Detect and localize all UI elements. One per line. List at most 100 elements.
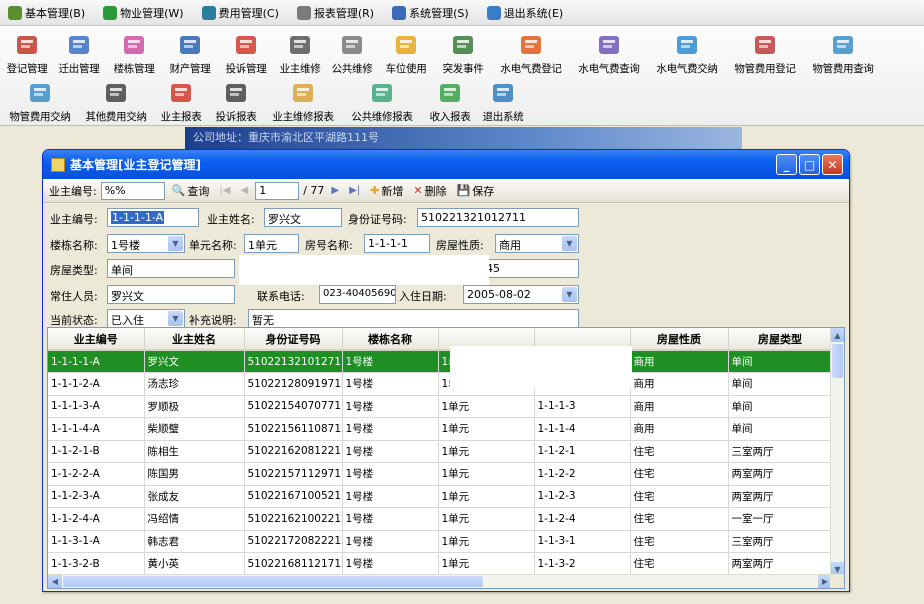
toolbar-moveout-button[interactable]: 迁出管理 (52, 30, 106, 76)
table-row[interactable]: 1-1-2-4-A 冯绍情 510221621002212 1号楼 1单元 1-1-2-4… (48, 507, 833, 531)
toolbar-mgmt-fee-pay-button[interactable]: 物管费用交纳 (2, 78, 78, 124)
table-cell[interactable]: 1单元 (438, 440, 535, 463)
room-input[interactable]: 1-1-1-1 (364, 234, 430, 253)
toolbar-owner-report-button[interactable]: 业主报表 (154, 78, 208, 124)
table-cell[interactable]: 1-1-2-3-A (48, 485, 145, 508)
table-cell[interactable]: 1-1-1-3 (534, 395, 631, 418)
table-row[interactable]: 1-1-1-2-A汤志珍5102212809197121号楼1单元1-1-1-2… (48, 372, 833, 396)
table-cell[interactable]: 罗顺极 (144, 395, 245, 418)
table-row[interactable]: 1-1-2-2-A 陈国男 510221571129711 1号楼 1单元 1-1-2-2… (48, 462, 833, 486)
table-cell[interactable]: 韩志君 (144, 530, 245, 553)
table-cell[interactable]: 两室两厅 (728, 485, 833, 508)
close-button[interactable]: ✕ (822, 154, 843, 175)
table-cell[interactable]: 商用 (630, 417, 729, 441)
table-cell[interactable]: 住宅 (630, 552, 729, 576)
maximize-button[interactable]: □ (799, 154, 820, 175)
save-button[interactable]: 💾 保存 (454, 183, 498, 199)
table-row[interactable]: 1-1-3-2-B 黄小英 510221681121712 1号楼 1单元 1-1-3-2… (48, 552, 833, 576)
owner-id-input[interactable]: 1-1-1-1-A (107, 208, 199, 227)
table-row[interactable]: 1-1-1-1-A罗兴文5102213210127111号楼1单商用单间 (48, 350, 833, 373)
table-cell[interactable]: 1号楼 (342, 485, 439, 508)
id-card-input[interactable]: 510221321012711 (417, 208, 579, 227)
toolbar-public-repair-button[interactable]: 公共维修 (326, 30, 378, 76)
table-cell[interactable]: 单间 (728, 372, 833, 396)
column-header[interactable]: 楼栋名称 (342, 328, 439, 351)
room-nature-select[interactable]: 商用 ▼ (495, 234, 579, 253)
table-cell[interactable]: 张成友 (144, 485, 245, 508)
column-header[interactable]: 房屋类型 (728, 328, 833, 351)
table-cell[interactable]: 1号楼 (342, 395, 439, 418)
toolbar-building-button[interactable]: 楼栋管理 (106, 30, 162, 76)
table-cell[interactable]: 1-1-2-3 (534, 485, 631, 508)
toolbar-mgmt-fee-query-button[interactable]: 物管费用查询 (804, 30, 882, 76)
owner-data-grid[interactable]: 业主编号 业主姓名 身份证号码 楼栋名称 房屋性质 房屋类型 1-1-1-1-A 罗兴文 51… (47, 327, 845, 589)
table-cell[interactable]: 510221571129711 (244, 462, 343, 486)
table-cell[interactable]: 1-1-3-1-A (48, 530, 145, 553)
toolbar-utility-pay-button[interactable]: 水电气费交纳 (648, 30, 726, 76)
scroll-left-arrow-icon[interactable]: ◀ (48, 575, 62, 588)
add-button[interactable]: ✚ 新增 (367, 183, 406, 199)
query-button[interactable]: 🔍 查询 (169, 183, 213, 199)
table-cell[interactable]: 510221561108712 (244, 417, 343, 441)
table-cell[interactable]: 1-1-2-1 (534, 440, 631, 463)
menu-property[interactable]: 物业管理(W) (101, 3, 185, 23)
table-cell[interactable]: 1单元 (438, 507, 535, 531)
checkin-date-picker[interactable]: 2005-08-02 ▼ (463, 285, 579, 304)
table-cell[interactable]: 1单元 (438, 462, 535, 486)
column-header[interactable]: 房屋性质 (630, 328, 729, 351)
table-cell[interactable]: 1-1-2-4 (534, 507, 631, 531)
table-row[interactable]: 1-1-2-3-A 张成友 510221671005211 1号楼 1单元 1-1-2-3… (48, 485, 833, 508)
table-row[interactable]: 1-1-1-3-A 罗顺极 510221540707711 1号楼 1单元 1-1-1-3… (48, 395, 833, 418)
table-cell[interactable]: 单间 (728, 395, 833, 418)
table-cell[interactable]: 510221681121712 (244, 552, 343, 576)
table-cell[interactable]: 1单元 (438, 417, 535, 441)
table-cell[interactable]: 510221720822212 (244, 530, 343, 553)
menu-exit[interactable]: 退出系统(E) (485, 3, 566, 23)
table-cell[interactable]: 1单元 (438, 530, 535, 553)
toolbar-public-repair-report-button[interactable]: 公共维修报表 (342, 78, 422, 124)
table-cell[interactable]: 三室两厅 (728, 530, 833, 553)
table-cell[interactable]: 陈国男 (144, 462, 245, 486)
room-area-input[interactable]: 45 (482, 259, 579, 278)
move-previous-button[interactable]: ◀ (237, 185, 251, 196)
table-cell[interactable]: 510221671005211 (244, 485, 343, 508)
table-cell[interactable]: 1号楼 (342, 350, 439, 373)
table-cell[interactable]: 1-1-1-4-A (48, 417, 145, 441)
table-cell[interactable]: 商用 (630, 372, 729, 396)
table-cell[interactable]: 冯绍情 (144, 507, 245, 531)
toolbar-owner-repair-report-button[interactable]: 业主维修报表 (264, 78, 342, 124)
table-cell[interactable]: 单间 (728, 350, 833, 373)
table-cell[interactable]: 1号楼 (342, 417, 439, 441)
table-cell[interactable]: 1-1-2-1-B (48, 440, 145, 463)
table-cell[interactable]: 汤志珍 (144, 372, 245, 396)
table-cell[interactable]: 510221621002212 (244, 507, 343, 531)
horizontal-scroll-thumb[interactable] (63, 576, 483, 587)
table-cell[interactable]: 住宅 (630, 485, 729, 508)
toolbar-register-button[interactable]: 登记管理 (2, 30, 52, 76)
search-input[interactable] (100, 181, 165, 200)
table-cell[interactable]: 1号楼 (342, 462, 439, 486)
table-row[interactable]: 1-1-2-1-B 陈相生 510221620812211 1号楼 1单元 1-1-2-1… (48, 440, 833, 463)
position-input[interactable] (255, 181, 300, 200)
move-last-button[interactable]: ▶| (346, 185, 363, 196)
toolbar-mgmt-fee-register-button[interactable]: 物管费用登记 (726, 30, 804, 76)
table-cell[interactable]: 1单元 (438, 485, 535, 508)
table-row[interactable]: 1-1-3-1-A 韩志君 510221720822212 1号楼 1单元 1-1-3-1… (48, 530, 833, 553)
table-cell[interactable]: 柴顺璧 (144, 417, 245, 441)
table-cell[interactable]: 商用 (630, 350, 729, 373)
table-cell[interactable]: 陈相生 (144, 440, 245, 463)
toolbar-parking-button[interactable]: 车位使用 (378, 30, 434, 76)
toolbar-exit-system-button[interactable]: 退出系统 (478, 78, 528, 124)
horizontal-scrollbar[interactable]: ◀ ▶ (48, 574, 832, 588)
table-cell[interactable]: 住宅 (630, 462, 729, 486)
table-cell[interactable]: 1-1-2-4-A (48, 507, 145, 531)
unit-input[interactable]: 1单元 (244, 234, 299, 253)
menu-system[interactable]: 系统管理(S) (390, 3, 471, 23)
toolbar-complaint-button[interactable]: 投诉管理 (218, 30, 274, 76)
table-cell[interactable]: 1-1-2-2 (534, 462, 631, 486)
table-cell[interactable]: 住宅 (630, 507, 729, 531)
window-titlebar[interactable]: 基本管理[业主登记管理] _ □ ✕ (43, 150, 849, 179)
table-cell[interactable]: 1号楼 (342, 372, 439, 396)
toolbar-utility-query-button[interactable]: 水电气费查询 (570, 30, 648, 76)
owner-name-input[interactable]: 罗兴文 (264, 208, 342, 227)
